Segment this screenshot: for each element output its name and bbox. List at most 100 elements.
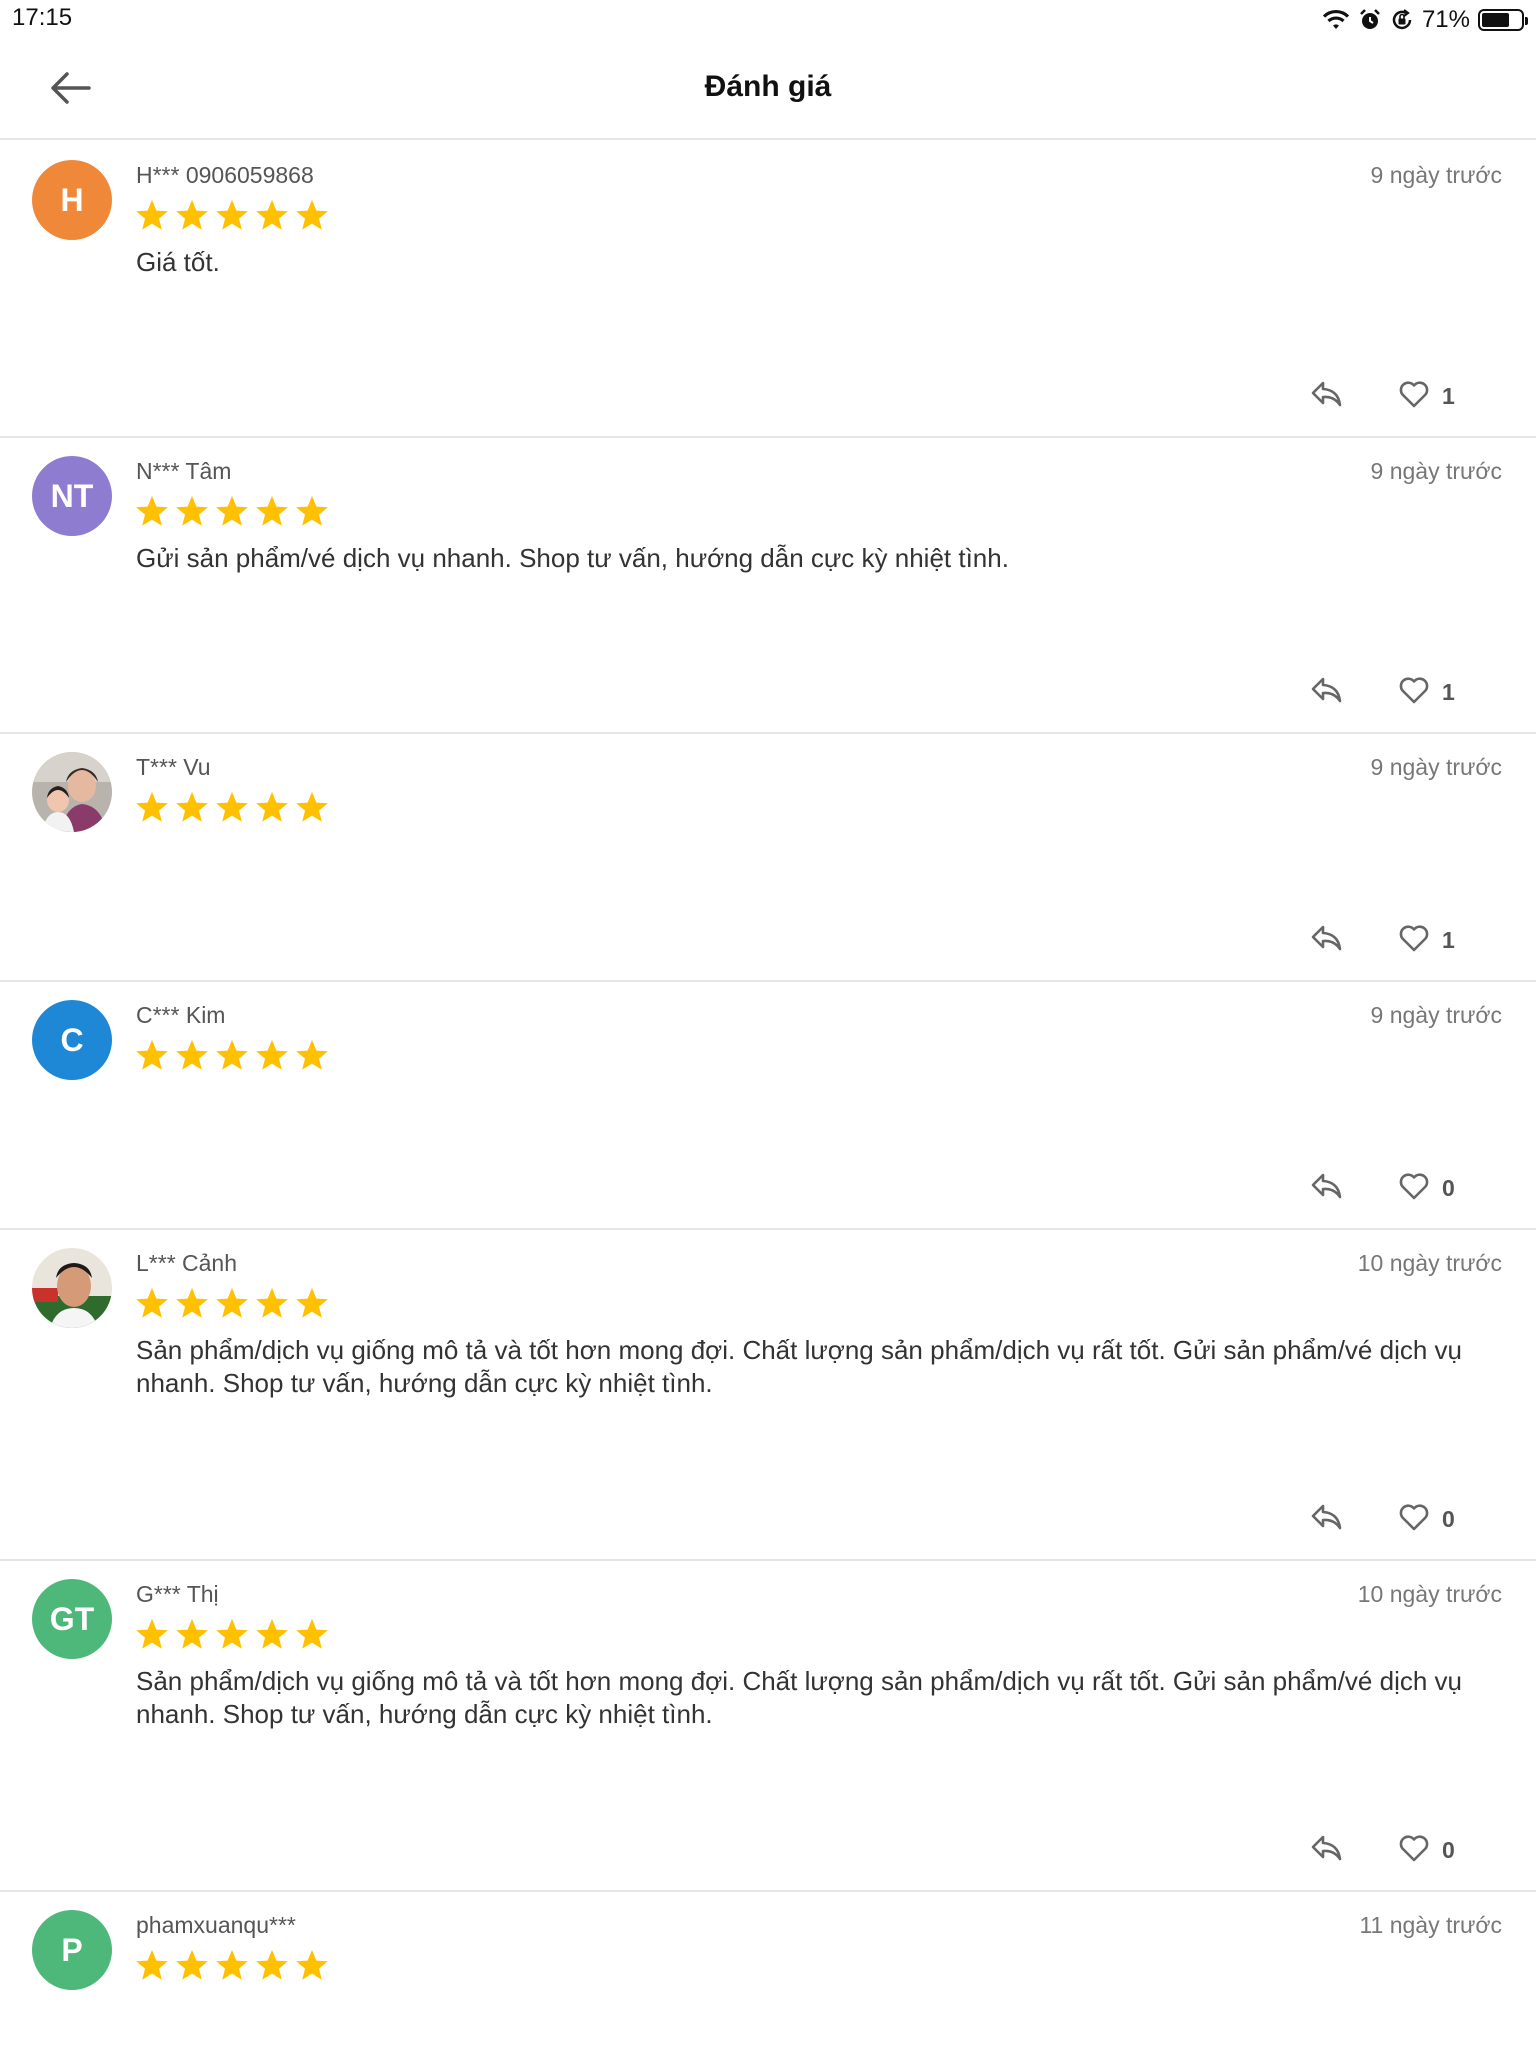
reviewer-name: N*** Tâm: [136, 458, 232, 484]
star-icon: [214, 1948, 250, 1984]
star-rating: [134, 494, 330, 530]
review-text: Giá tốt.: [136, 247, 220, 277]
avatar: GT: [32, 1579, 112, 1659]
like-button[interactable]: 0: [1398, 1833, 1456, 1868]
like-count: 1: [1442, 926, 1455, 953]
avatar-initials: H: [60, 181, 84, 218]
reviewer-name: H*** 0906059868: [136, 162, 314, 188]
heart-icon: [1398, 379, 1430, 414]
star-icon: [254, 198, 290, 234]
review-item: T*** Vu 9 ngày trước 1: [0, 734, 1536, 982]
reviewer-name: L*** Cảnh: [136, 1250, 238, 1276]
star-icon: [134, 1286, 170, 1322]
reply-button[interactable]: [1310, 1834, 1342, 1867]
avatar: NT: [32, 456, 112, 536]
battery-level: [1482, 13, 1509, 27]
star-icon: [294, 790, 330, 826]
reviewer-name: T*** Vu: [136, 754, 211, 780]
star-icon: [174, 1038, 210, 1074]
reply-button[interactable]: [1310, 924, 1342, 957]
battery-percent: 71%: [1421, 6, 1470, 33]
star-icon: [174, 790, 210, 826]
star-icon: [174, 1617, 210, 1653]
like-button[interactable]: 1: [1398, 379, 1456, 414]
reviewer-name: C*** Kim: [136, 1002, 226, 1028]
like-button[interactable]: 1: [1398, 675, 1456, 710]
reply-icon: [1310, 676, 1342, 709]
reply-button[interactable]: [1310, 676, 1342, 709]
review-actions: 1: [1310, 674, 1456, 710]
like-count: 0: [1442, 1505, 1455, 1532]
alarm-icon: [1358, 8, 1382, 32]
avatar-initials: NT: [50, 477, 94, 514]
reviewer-name: phamxuanqu***: [136, 1912, 296, 1938]
star-icon: [214, 1286, 250, 1322]
reply-button[interactable]: [1310, 380, 1342, 413]
rotation-lock-icon: [1390, 8, 1414, 32]
app-header: Đánh giá: [0, 40, 1536, 140]
reply-icon: [1310, 1503, 1342, 1536]
avatar-initials: C: [60, 1021, 84, 1058]
review-time: 11 ngày trước: [1359, 1912, 1502, 1938]
battery-icon: [1478, 9, 1528, 31]
star-icon: [254, 1617, 290, 1653]
star-icon: [294, 1948, 330, 1984]
star-icon: [174, 198, 210, 234]
review-item: NT N*** Tâm 9 ngày trước Gửi sản phẩm/vé dị…: [0, 438, 1536, 734]
review-text: Sản phẩm/dịch vụ giống mô tả và tốt hơn …: [136, 1335, 1462, 1398]
reviewer-name: G*** Thị: [136, 1581, 219, 1607]
review-actions: 0: [1310, 1832, 1456, 1868]
star-icon: [134, 494, 170, 530]
review-item: C C*** Kim 9 ngày trước 0: [0, 982, 1536, 1230]
heart-icon: [1398, 1171, 1430, 1206]
review-actions: 0: [1310, 1501, 1456, 1537]
star-icon: [214, 494, 250, 530]
like-count: 1: [1442, 382, 1455, 409]
like-button[interactable]: 0: [1398, 1171, 1456, 1206]
avatar-initials: P: [61, 1931, 83, 1968]
review-text: Gửi sản phẩm/vé dịch vụ nhanh. Shop tư v…: [136, 543, 1009, 573]
star-icon: [254, 1948, 290, 1984]
star-icon: [214, 790, 250, 826]
status-bar: 17:15 71%: [0, 0, 1536, 40]
star-icon: [134, 790, 170, 826]
review-actions: 1: [1310, 378, 1456, 414]
like-count: 0: [1442, 1174, 1455, 1201]
status-time: 17:15: [12, 4, 73, 31]
review-time: 9 ngày trước: [1370, 754, 1502, 780]
reply-icon: [1310, 380, 1342, 413]
star-icon: [254, 494, 290, 530]
star-icon: [174, 494, 210, 530]
star-rating: [134, 198, 330, 234]
heart-icon: [1398, 1502, 1430, 1537]
star-icon: [294, 494, 330, 530]
star-icon: [134, 198, 170, 234]
star-icon: [174, 1948, 210, 1984]
star-rating: [134, 790, 330, 826]
heart-icon: [1398, 923, 1430, 958]
review-list: H H*** 0906059868 9 ngày trước Giá tốt. 1 NT N…: [0, 142, 1536, 2072]
avatar: P: [32, 1910, 112, 1990]
star-icon: [294, 1286, 330, 1322]
star-icon: [214, 1038, 250, 1074]
reply-icon: [1310, 1172, 1342, 1205]
reply-button[interactable]: [1310, 1503, 1342, 1536]
review-actions: 1: [1310, 922, 1456, 958]
like-button[interactable]: 1: [1398, 923, 1456, 958]
star-icon: [294, 1617, 330, 1653]
review-time: 9 ngày trước: [1370, 162, 1502, 188]
star-icon: [294, 1038, 330, 1074]
review-item: Pphamxuanqu*** 11 ngày trước: [0, 1892, 1536, 2072]
star-icon: [134, 1617, 170, 1653]
review-actions: 0: [1310, 1170, 1456, 1206]
star-icon: [134, 1038, 170, 1074]
reply-button[interactable]: [1310, 1172, 1342, 1205]
avatar-initials: GT: [49, 1600, 95, 1637]
star-rating: [134, 1617, 330, 1653]
like-button[interactable]: 0: [1398, 1502, 1456, 1537]
review-item: L*** Cảnh 10 ngày trước Sản phẩm/dịch vụ g…: [0, 1230, 1536, 1561]
star-icon: [214, 1617, 250, 1653]
review-time: 9 ngày trước: [1370, 1002, 1502, 1028]
review-time: 10 ngày trước: [1357, 1581, 1502, 1607]
avatar: C: [32, 1000, 112, 1080]
